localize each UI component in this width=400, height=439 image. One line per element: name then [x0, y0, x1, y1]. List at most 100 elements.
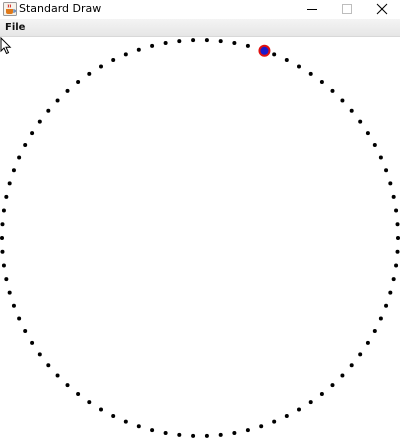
close-icon — [376, 3, 388, 15]
circle-dot — [30, 340, 35, 345]
circle-dot — [76, 392, 81, 397]
circle-dot — [378, 316, 383, 321]
circle-dot — [340, 373, 345, 378]
circle-dot — [163, 430, 168, 435]
circle-dot — [111, 413, 116, 418]
circle-dot — [65, 383, 70, 388]
circle-dot — [319, 79, 324, 84]
circle-dot — [372, 143, 377, 148]
circle-dot — [17, 155, 22, 160]
drawing-canvas[interactable] — [0, 37, 400, 439]
circle-dot — [150, 428, 155, 433]
circle-dot — [358, 119, 363, 124]
circle-dot — [391, 277, 396, 282]
menu-bar: File — [0, 19, 400, 37]
circle-dot — [204, 38, 209, 43]
circle-dot — [191, 433, 196, 438]
circle-dot — [259, 424, 264, 429]
circle-dot — [358, 352, 363, 357]
circle-dot — [55, 373, 60, 378]
circle-dot — [330, 88, 335, 93]
circle-dot — [11, 168, 16, 173]
circle-dot — [1, 263, 6, 268]
circle-dot — [7, 290, 12, 295]
circle-dot — [284, 413, 289, 418]
circle-dot — [384, 303, 389, 308]
circle-dot — [394, 263, 399, 268]
circle-dot — [0, 222, 5, 227]
circle-dot — [17, 316, 22, 321]
circle-dot — [395, 222, 400, 227]
standard-draw-window: Standard Draw File — [0, 0, 400, 439]
circle-dot — [87, 71, 92, 76]
circle-dot — [0, 236, 4, 240]
circle-dot — [365, 131, 370, 136]
circle-dot — [87, 400, 92, 405]
circle-dot — [297, 407, 301, 412]
circle-dot — [297, 64, 301, 69]
circle-dot — [0, 249, 5, 254]
circle-dot — [136, 424, 141, 429]
circle-dot — [150, 43, 155, 48]
circle-dot — [378, 155, 383, 160]
circle-dot — [123, 52, 128, 57]
circle-dot — [7, 181, 12, 186]
circle-dot — [308, 400, 313, 405]
circle-dot — [384, 168, 389, 173]
drawing-surface — [0, 38, 400, 438]
circle-dot — [388, 181, 393, 186]
circle-dot — [23, 328, 28, 333]
circle-dot — [11, 303, 16, 308]
circle-dot — [99, 407, 103, 412]
circle-dot — [111, 58, 116, 63]
circle-dot — [395, 249, 400, 254]
circle-dot — [272, 419, 277, 424]
circle-dot — [37, 119, 42, 124]
circle-dot — [272, 52, 277, 57]
circle-dot — [4, 194, 9, 199]
circle-dot — [245, 43, 250, 48]
circle-dot — [319, 392, 324, 397]
circle-dot — [372, 328, 377, 333]
ball — [260, 46, 269, 55]
minimize-icon — [307, 9, 317, 10]
circle-dot — [37, 352, 42, 357]
circle-dot — [163, 41, 168, 46]
circle-dot — [388, 290, 393, 295]
circle-dot — [245, 428, 250, 433]
close-button[interactable] — [364, 0, 400, 19]
circle-dot — [99, 64, 103, 69]
circle-dot — [340, 98, 345, 103]
circle-dot — [46, 363, 51, 368]
circle-dot — [391, 194, 396, 199]
mouse-pointer-icon — [0, 37, 12, 55]
java-coffee-cup-icon — [3, 2, 17, 16]
circle-dot — [330, 383, 335, 388]
circle-dot — [232, 41, 237, 46]
circle-dot — [65, 88, 70, 93]
circle-dot — [349, 363, 354, 368]
circle-dot — [204, 433, 209, 438]
maximize-icon — [342, 4, 352, 14]
circle-dot — [177, 39, 182, 44]
circle-dot — [349, 108, 354, 113]
circle-dot — [365, 340, 370, 345]
menu-file[interactable]: File — [2, 21, 28, 35]
circle-dot — [191, 38, 196, 43]
circle-dot — [136, 47, 141, 52]
circle-dot — [396, 236, 400, 240]
circle-dot — [23, 143, 28, 148]
circle-dot — [1, 208, 6, 213]
circle-dot — [394, 208, 399, 213]
title-bar[interactable]: Standard Draw — [0, 0, 400, 19]
circle-dot — [46, 108, 51, 113]
circle-dot — [308, 71, 313, 76]
circle-dot — [30, 131, 35, 136]
minimize-button[interactable] — [294, 0, 330, 19]
circle-dot — [177, 432, 182, 437]
circle-dot — [232, 430, 237, 435]
maximize-button[interactable] — [329, 0, 365, 19]
circle-dot — [76, 79, 81, 84]
circle-dot — [55, 98, 60, 103]
circle-dot — [284, 58, 289, 63]
